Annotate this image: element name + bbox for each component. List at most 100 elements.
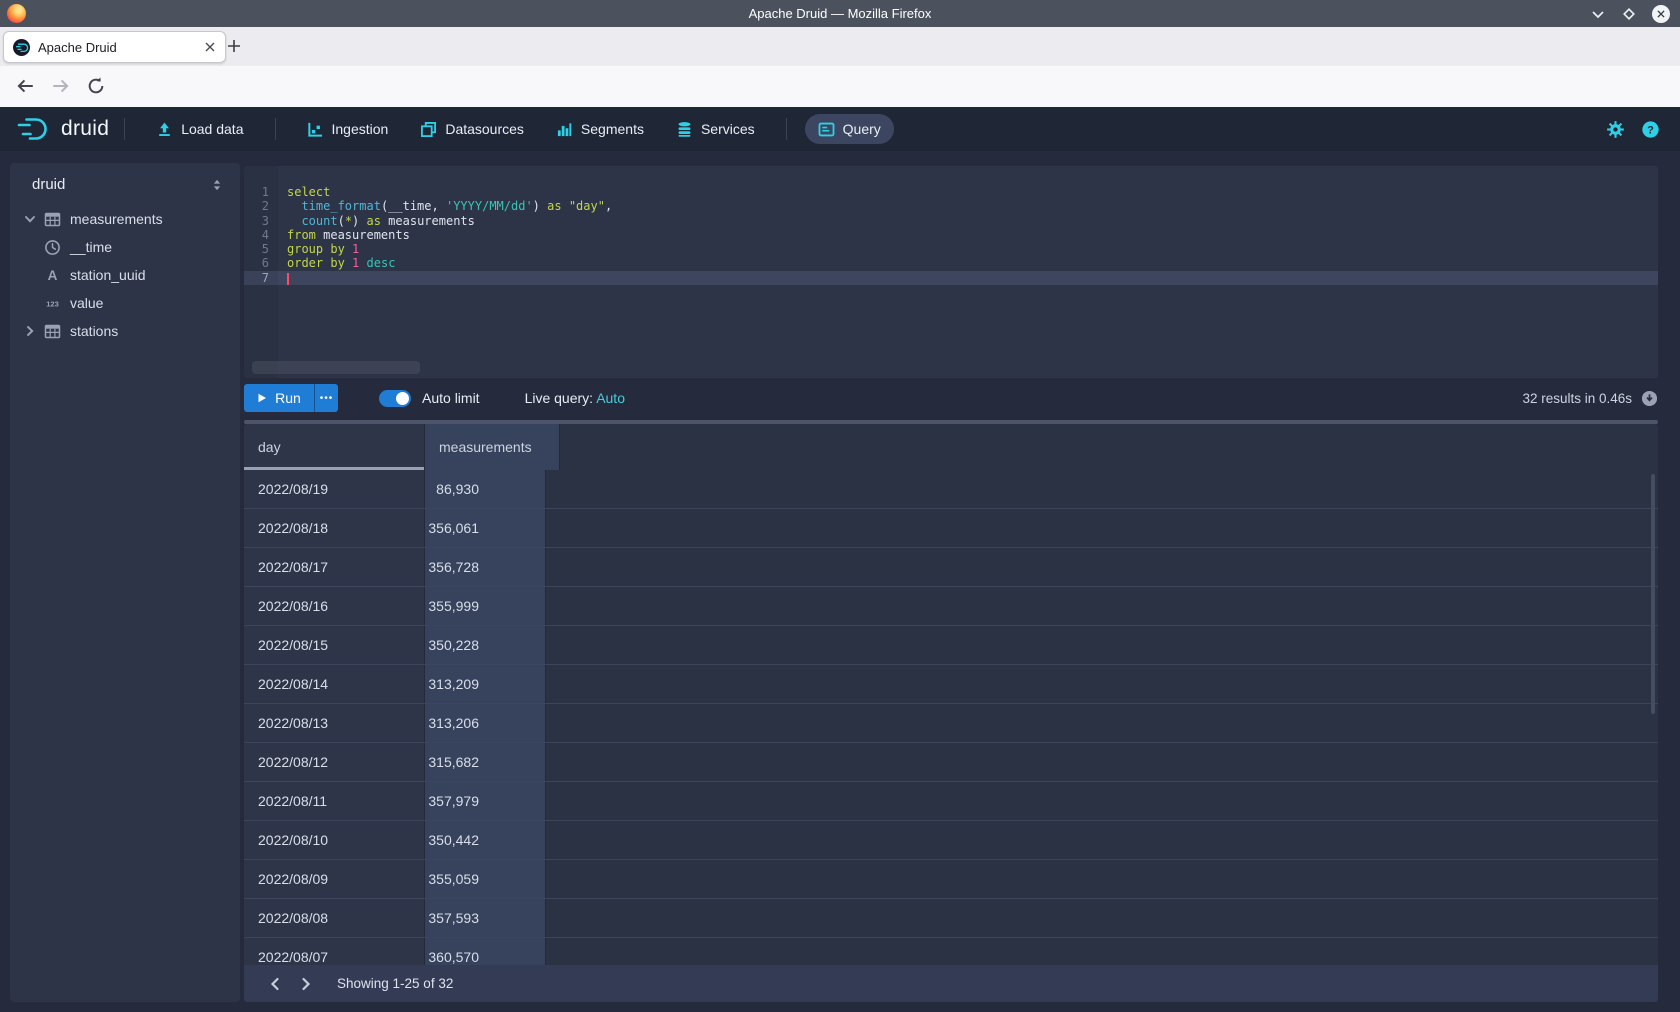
back-icon[interactable]	[15, 76, 35, 96]
nav-item-query[interactable]: Query	[805, 114, 894, 144]
double-caret-icon[interactable]	[210, 178, 224, 192]
code-line[interactable]: order by 1 desc	[278, 256, 1658, 270]
cell-day[interactable]: 2022/08/10	[244, 821, 425, 859]
forward-icon[interactable]	[51, 76, 71, 96]
window-minimize-icon[interactable]	[1590, 6, 1606, 22]
browser-tab[interactable]: Apache Druid	[3, 31, 226, 63]
window-maximize-icon[interactable]	[1621, 6, 1637, 22]
nav-item-segments[interactable]: Segments	[543, 114, 657, 144]
nav-item-services[interactable]: Services	[663, 114, 768, 144]
nav-item-ingestion[interactable]: Ingestion	[294, 114, 402, 144]
cell-measurements[interactable]: 313,209	[425, 665, 546, 703]
code-line[interactable]: from measurements	[278, 228, 1658, 242]
tab-strip: Apache Druid	[0, 27, 1680, 67]
reload-icon[interactable]	[86, 76, 106, 96]
help-icon[interactable]: ?	[1641, 120, 1660, 139]
cell-empty	[546, 470, 1658, 508]
cell-measurements[interactable]: 356,728	[425, 548, 546, 586]
code-line[interactable]: group by 1	[278, 242, 1658, 256]
settings-gear-icon[interactable]	[1606, 120, 1625, 139]
schema-item-value[interactable]: 123value	[10, 289, 240, 317]
run-more-button[interactable]: •••	[314, 384, 338, 412]
cell-measurements[interactable]: 86,930	[425, 470, 546, 508]
cell-day[interactable]: 2022/08/15	[244, 626, 425, 664]
code-line[interactable]: time_format(__time, 'YYYY/MM/dd') as "da…	[278, 199, 1658, 213]
nav-divider	[124, 118, 125, 140]
svg-text:?: ?	[1647, 124, 1654, 136]
firefox-logo-icon	[7, 4, 26, 23]
nav-item-load-data[interactable]: Load data	[143, 114, 256, 144]
cell-day[interactable]: 2022/08/18	[244, 509, 425, 547]
cell-empty	[546, 938, 1658, 965]
table-scrollbar[interactable]	[1651, 474, 1655, 714]
pagination-text: Showing 1-25 of 32	[337, 976, 453, 991]
cell-measurements[interactable]: 313,206	[425, 704, 546, 742]
gutter-line-number: 2	[244, 199, 278, 213]
cell-measurements[interactable]: 357,979	[425, 782, 546, 820]
auto-limit-toggle[interactable]	[379, 390, 411, 407]
sql-editor[interactable]: 1234567 select time_format(__time, 'YYYY…	[244, 166, 1658, 378]
cell-day[interactable]: 2022/08/17	[244, 548, 425, 586]
table-row[interactable]: 2022/08/1986,930	[244, 470, 1658, 509]
column-header-day[interactable]: day	[244, 424, 425, 470]
cell-day[interactable]: 2022/08/19	[244, 470, 425, 508]
cell-day[interactable]: 2022/08/09	[244, 860, 425, 898]
schema-item-station-uuid[interactable]: Astation_uuid	[10, 261, 240, 289]
table-row[interactable]: 2022/08/15350,228	[244, 626, 1658, 665]
column-header-measurements[interactable]: measurements	[425, 424, 560, 470]
cell-day[interactable]: 2022/08/14	[244, 665, 425, 703]
tab-title: Apache Druid	[38, 40, 117, 55]
table-row[interactable]: 2022/08/18356,061	[244, 509, 1658, 548]
table-row[interactable]: 2022/08/13313,206	[244, 704, 1658, 743]
cell-day[interactable]: 2022/08/13	[244, 704, 425, 742]
cell-empty	[546, 743, 1658, 781]
code-line[interactable]	[278, 271, 1658, 285]
live-query-value[interactable]: Auto	[596, 390, 625, 406]
nav-divider	[275, 118, 276, 140]
download-icon[interactable]	[1641, 390, 1658, 407]
cell-day[interactable]: 2022/08/12	[244, 743, 425, 781]
cell-measurements[interactable]: 357,593	[425, 899, 546, 937]
nav-item-datasources[interactable]: Datasources	[407, 114, 537, 144]
druid-brand[interactable]: druid	[16, 116, 109, 143]
chevron-down-icon[interactable]	[23, 212, 37, 226]
new-tab-button[interactable]	[224, 36, 244, 56]
table-row[interactable]: 2022/08/12315,682	[244, 743, 1658, 782]
cell-measurements[interactable]: 355,999	[425, 587, 546, 625]
cell-measurements[interactable]: 356,061	[425, 509, 546, 547]
window-close-icon[interactable]	[1652, 5, 1670, 23]
code-line[interactable]: select	[278, 185, 1658, 199]
next-page-icon[interactable]	[299, 977, 313, 991]
chevron-right-icon[interactable]	[23, 324, 37, 338]
cell-empty	[546, 821, 1658, 859]
table-row[interactable]: 2022/08/17356,728	[244, 548, 1658, 587]
cell-day[interactable]: 2022/08/07	[244, 938, 425, 965]
code-line[interactable]: count(*) as measurements	[278, 214, 1658, 228]
run-button[interactable]: Run	[244, 384, 314, 412]
cell-measurements[interactable]: 315,682	[425, 743, 546, 781]
table-row[interactable]: 2022/08/16355,999	[244, 587, 1658, 626]
auto-limit-label: Auto limit	[422, 390, 480, 406]
table-row[interactable]: 2022/08/08357,593	[244, 899, 1658, 938]
cell-empty	[546, 548, 1658, 586]
schema-item-measurements[interactable]: measurements	[10, 205, 240, 233]
cell-day[interactable]: 2022/08/08	[244, 899, 425, 937]
table-row[interactable]: 2022/08/07360,570	[244, 938, 1658, 965]
table-row[interactable]: 2022/08/09355,059	[244, 860, 1658, 899]
brand-name: druid	[61, 117, 109, 141]
prev-page-icon[interactable]	[268, 977, 282, 991]
cell-measurements[interactable]: 350,228	[425, 626, 546, 664]
cell-day[interactable]: 2022/08/16	[244, 587, 425, 625]
tab-close-icon[interactable]	[204, 41, 216, 53]
cell-empty	[546, 860, 1658, 898]
cell-day[interactable]: 2022/08/11	[244, 782, 425, 820]
schema-item--time[interactable]: __time	[10, 233, 240, 261]
cell-measurements[interactable]: 360,570	[425, 938, 546, 965]
cell-measurements[interactable]: 355,059	[425, 860, 546, 898]
editor-hscrollbar[interactable]	[252, 361, 420, 374]
table-row[interactable]: 2022/08/10350,442	[244, 821, 1658, 860]
schema-item-stations[interactable]: stations	[10, 317, 240, 345]
table-row[interactable]: 2022/08/11357,979	[244, 782, 1658, 821]
table-row[interactable]: 2022/08/14313,209	[244, 665, 1658, 704]
cell-measurements[interactable]: 350,442	[425, 821, 546, 859]
